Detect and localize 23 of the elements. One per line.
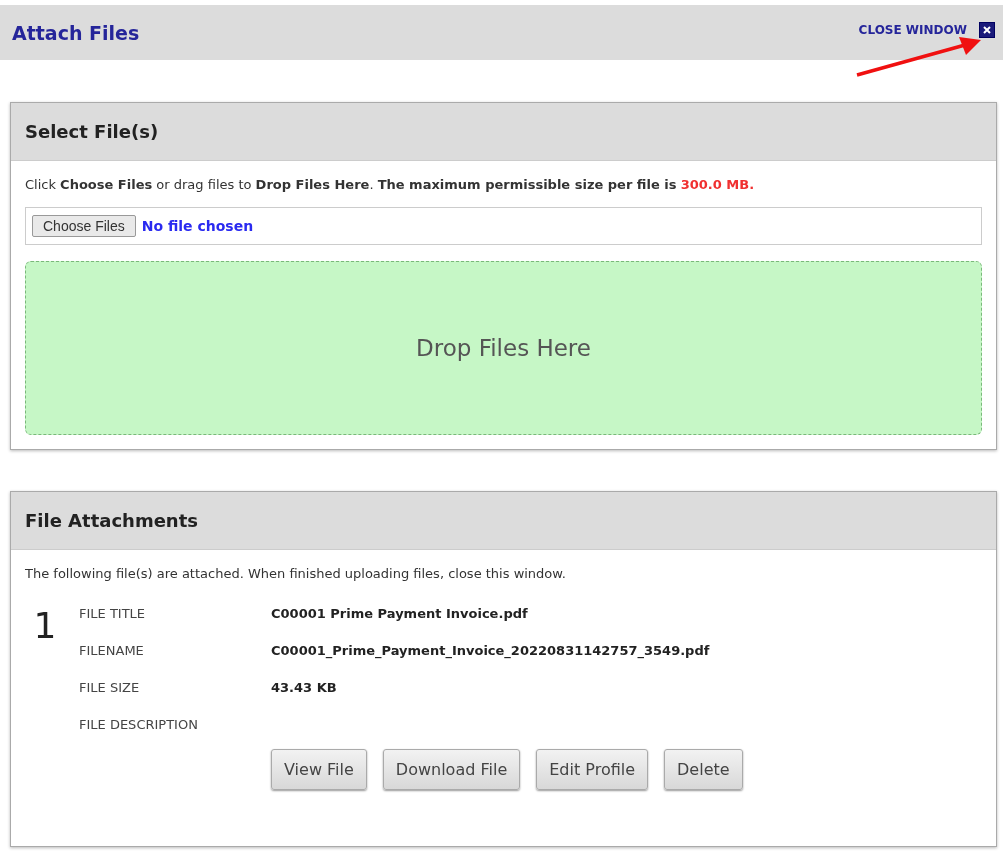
- field-label: FILE DESCRIPTION: [79, 717, 199, 732]
- field-label: FILE SIZE: [79, 680, 141, 695]
- file-action-button[interactable]: Download File: [382, 749, 521, 790]
- field-value: C00001 Prime Payment Invoice.pdf: [271, 606, 528, 621]
- drop-zone[interactable]: Drop Files Here: [25, 261, 982, 435]
- file-action-button[interactable]: View File: [271, 749, 367, 790]
- file-input-field[interactable]: Choose Files No file chosen: [25, 207, 982, 245]
- instruction-text: Click Choose Files or drag files to Drop Files Here. The maximum permissible size per file is 300.0 MB.: [25, 177, 756, 192]
- field-label: FILE TITLE: [79, 606, 147, 621]
- close-window-link[interactable]: CLOSE WINDOW: [858, 22, 967, 37]
- choose-files-button[interactable]: Choose Files: [32, 215, 136, 237]
- panel-title: Select File(s): [25, 121, 159, 142]
- attachments-note: The following file(s) are attached. When finished uploading files, close this window.: [25, 566, 567, 581]
- field-value: C00001_Prime_Payment_Invoice_20220831142757_3549.pdf: [271, 643, 710, 658]
- window-title: Attach Files: [12, 21, 140, 44]
- file-action-button[interactable]: Edit Profile: [536, 749, 649, 790]
- file-number: 1: [32, 604, 58, 648]
- file-status-text: No file chosen: [141, 218, 254, 234]
- field-value: 43.43 KB: [271, 680, 337, 695]
- field-label: FILENAME: [79, 643, 145, 658]
- close-icon[interactable]: [979, 21, 995, 38]
- panel-title: File Attachments: [25, 510, 198, 531]
- file-action-button[interactable]: Delete: [664, 749, 743, 790]
